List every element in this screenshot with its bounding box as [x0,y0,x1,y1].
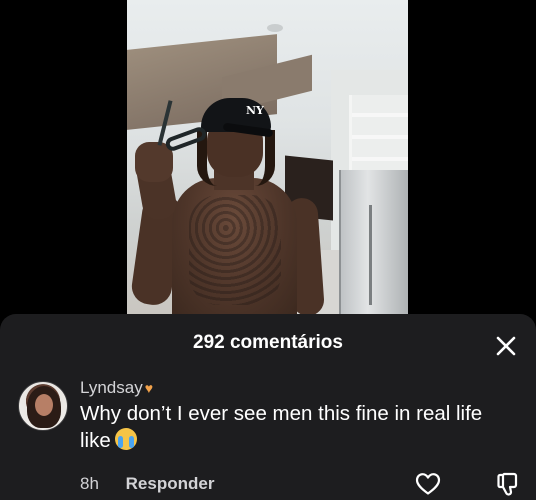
heart-icon[interactable] [415,472,441,496]
thumbs-down-icon[interactable] [495,471,521,497]
avatar-face [35,394,53,416]
avatar[interactable] [18,381,68,431]
comment-meta: 8h Responder [80,474,214,494]
comment-item: Lyndsay ♥ Why don’t I ever see men this f… [18,378,521,497]
shelves [349,95,408,175]
comments-sheet: 292 comentários Lyndsay ♥ Why don’t I eve… [0,314,536,500]
refrigerator-handle [369,205,372,305]
comments-count-title: 292 comentários [193,332,343,353]
video-frame[interactable]: NY [127,0,408,316]
close-icon[interactable] [494,334,518,358]
cap-logo: NY [246,104,264,117]
comment-time: 8h [80,474,99,493]
ceiling-light [267,24,283,32]
reply-button[interactable]: Responder [126,474,215,494]
comment-body: Why don’t I ever see men this fine in re… [80,402,483,452]
username-text: Lyndsay [80,378,143,397]
comment-username[interactable]: Lyndsay ♥ [80,378,153,398]
video-player[interactable]: NY [0,0,536,316]
refrigerator [339,170,408,316]
tattoos [189,195,281,305]
comment-text: Why don’t I ever see men this fine in re… [80,400,510,454]
crying-face-emoji-icon [114,428,137,450]
heart-hands-emoji-icon: ♥ [144,380,153,396]
